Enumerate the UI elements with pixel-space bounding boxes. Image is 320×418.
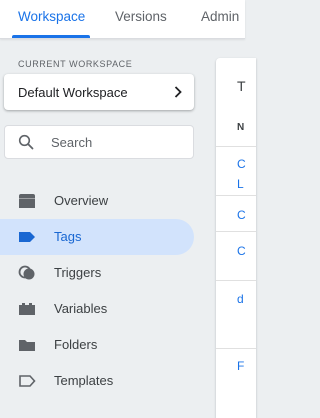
row-link-fragment[interactable]: C bbox=[237, 244, 246, 258]
tab-workspace[interactable]: Workspace bbox=[18, 9, 85, 24]
divider bbox=[216, 231, 256, 232]
template-icon bbox=[19, 375, 36, 387]
workspace-name: Default Workspace bbox=[18, 85, 128, 100]
divider bbox=[216, 146, 256, 147]
tab-admin[interactable]: Admin bbox=[201, 9, 239, 24]
divider bbox=[216, 195, 256, 196]
triggers-icon bbox=[18, 265, 35, 280]
content-panel: T N C L C C d F bbox=[216, 58, 256, 418]
tag-icon bbox=[19, 232, 35, 242]
row-link-fragment[interactable]: C bbox=[237, 208, 246, 222]
sidebar-item-variables[interactable]: Variables bbox=[0, 291, 194, 327]
workspace-selector-button[interactable]: Default Workspace bbox=[4, 74, 194, 110]
row-link-fragment[interactable]: F bbox=[237, 359, 244, 373]
sidebar-item-overview[interactable]: Overview bbox=[0, 183, 194, 219]
sidebar-item-templates[interactable]: Templates bbox=[0, 363, 194, 399]
top-tab-bar: Workspace Versions Admin bbox=[0, 0, 245, 39]
row-link-fragment[interactable]: L bbox=[237, 177, 244, 191]
search-icon bbox=[18, 134, 34, 150]
sidebar-item-label: Folders bbox=[54, 337, 98, 352]
divider bbox=[216, 348, 256, 349]
sidebar-item-triggers[interactable]: Triggers bbox=[0, 255, 194, 291]
overview-icon bbox=[19, 194, 35, 208]
search-input[interactable] bbox=[51, 133, 181, 151]
sidebar-item-label: Tags bbox=[54, 229, 82, 244]
chevron-right-icon bbox=[174, 86, 182, 98]
search-box[interactable] bbox=[4, 125, 194, 159]
variables-icon bbox=[19, 303, 35, 315]
row-link-fragment[interactable]: d bbox=[237, 292, 244, 306]
sidebar-item-label: Templates bbox=[54, 373, 114, 388]
current-workspace-label: CURRENT WORKSPACE bbox=[18, 59, 133, 69]
panel-title-fragment: T bbox=[237, 78, 246, 94]
tab-versions[interactable]: Versions bbox=[115, 9, 167, 24]
active-tab-indicator bbox=[12, 35, 90, 38]
sidebar-item-label: Overview bbox=[54, 193, 109, 208]
sidebar-item-tags[interactable]: Tags bbox=[0, 219, 194, 255]
sidebar-item-label: Variables bbox=[54, 301, 108, 316]
divider bbox=[216, 280, 256, 281]
row-link-fragment[interactable]: C bbox=[237, 157, 246, 171]
folder-icon bbox=[19, 340, 35, 351]
sidebar-item-label: Triggers bbox=[54, 265, 102, 280]
column-header-fragment: N bbox=[237, 122, 245, 133]
sidebar-item-folders[interactable]: Folders bbox=[0, 327, 194, 363]
